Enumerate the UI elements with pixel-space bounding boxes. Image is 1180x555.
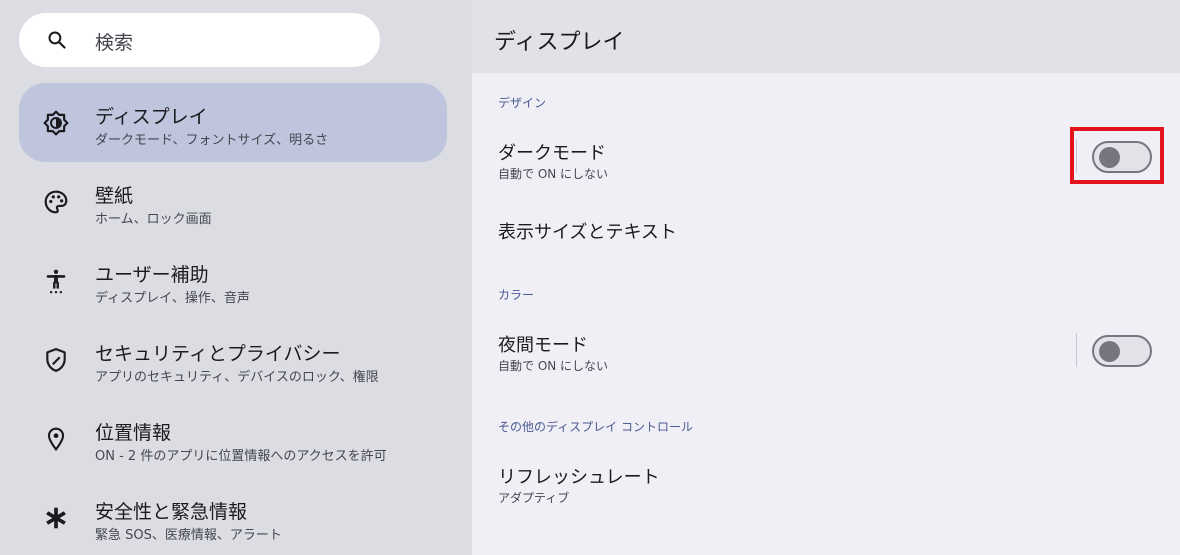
settings-window: 検索 ディスプレイ ダークモード、フォントサイズ、明るさ 壁紙 ホーム、ロック画…: [0, 0, 1180, 555]
sidebar-item-title: 位置情報: [95, 422, 172, 444]
sidebar-item-safety-emergency[interactable]: 安全性と緊急情報 緊急 SOS、医療情報、アラート: [19, 478, 447, 555]
panel-header: ディスプレイ: [472, 0, 1180, 73]
section-label-color: カラー: [498, 288, 535, 302]
sidebar-item-title: ディスプレイ: [95, 106, 208, 128]
sidebar-item-location[interactable]: 位置情報 ON - 2 件のアプリに位置情報へのアクセスを許可: [19, 399, 447, 478]
sidebar-item-subtitle: ON - 2 件のアプリに位置情報へのアクセスを許可: [95, 449, 387, 464]
sidebar-item-subtitle: 緊急 SOS、医療情報、アラート: [95, 528, 282, 543]
sidebar-item-title: ユーザー補助: [95, 264, 209, 286]
toggle-knob: [1099, 341, 1120, 362]
sidebar-item-title: 壁紙: [95, 185, 134, 207]
palette-icon: [44, 190, 68, 214]
sidebar-item-title: 安全性と緊急情報: [95, 501, 248, 523]
refresh-rate-subtitle: アダプティブ: [498, 491, 570, 505]
shield-icon: [46, 348, 66, 372]
refresh-rate-title: リフレッシュレート: [498, 467, 660, 488]
sidebar: 検索 ディスプレイ ダークモード、フォントサイズ、明るさ 壁紙 ホーム、ロック画…: [0, 0, 472, 555]
sidebar-item-subtitle: ディスプレイ、操作、音声: [95, 291, 250, 306]
sidebar-item-title: セキュリティとプライバシー: [95, 343, 341, 365]
highlight-box: [1070, 127, 1164, 184]
dark-mode-subtitle: 自動で ON にしない: [498, 167, 609, 181]
dark-mode-title: ダークモード: [498, 143, 606, 164]
accessibility-icon: [46, 269, 66, 294]
sidebar-item-subtitle: ホーム、ロック画面: [95, 212, 212, 227]
sidebar-item-display[interactable]: ディスプレイ ダークモード、フォントサイズ、明るさ: [19, 83, 447, 162]
location-pin-icon: [47, 427, 65, 452]
page-title: ディスプレイ: [494, 30, 625, 55]
sidebar-item-security-privacy[interactable]: セキュリティとプライバシー アプリのセキュリティ、デバイスのロック、権限: [19, 320, 447, 399]
night-mode-subtitle: 自動で ON にしない: [498, 359, 609, 373]
section-label-design: デザイン: [498, 96, 547, 110]
search-placeholder: 検索: [95, 32, 134, 54]
sidebar-item-subtitle: ダークモード、フォントサイズ、明るさ: [95, 133, 329, 148]
search-icon: [48, 31, 66, 49]
night-mode-title: 夜間モード: [498, 335, 588, 356]
night-mode-toggle[interactable]: [1092, 335, 1152, 367]
search-bar[interactable]: 検索: [19, 13, 380, 67]
row-divider: [1076, 333, 1077, 367]
brightness-icon: [43, 110, 69, 136]
asterisk-icon: [46, 507, 66, 529]
sidebar-item-subtitle: アプリのセキュリティ、デバイスのロック、権限: [95, 370, 379, 385]
section-label-other-display-controls: その他のディスプレイ コントロール: [498, 420, 693, 434]
sidebar-item-wallpaper[interactable]: 壁紙 ホーム、ロック画面: [19, 162, 447, 241]
display-settings-panel: ディスプレイ デザイン ダークモード 自動で ON にしない 表示サイズとテキス…: [472, 0, 1180, 555]
display-size-text-title: 表示サイズとテキスト: [498, 222, 677, 243]
sidebar-item-accessibility[interactable]: ユーザー補助 ディスプレイ、操作、音声: [19, 241, 447, 320]
